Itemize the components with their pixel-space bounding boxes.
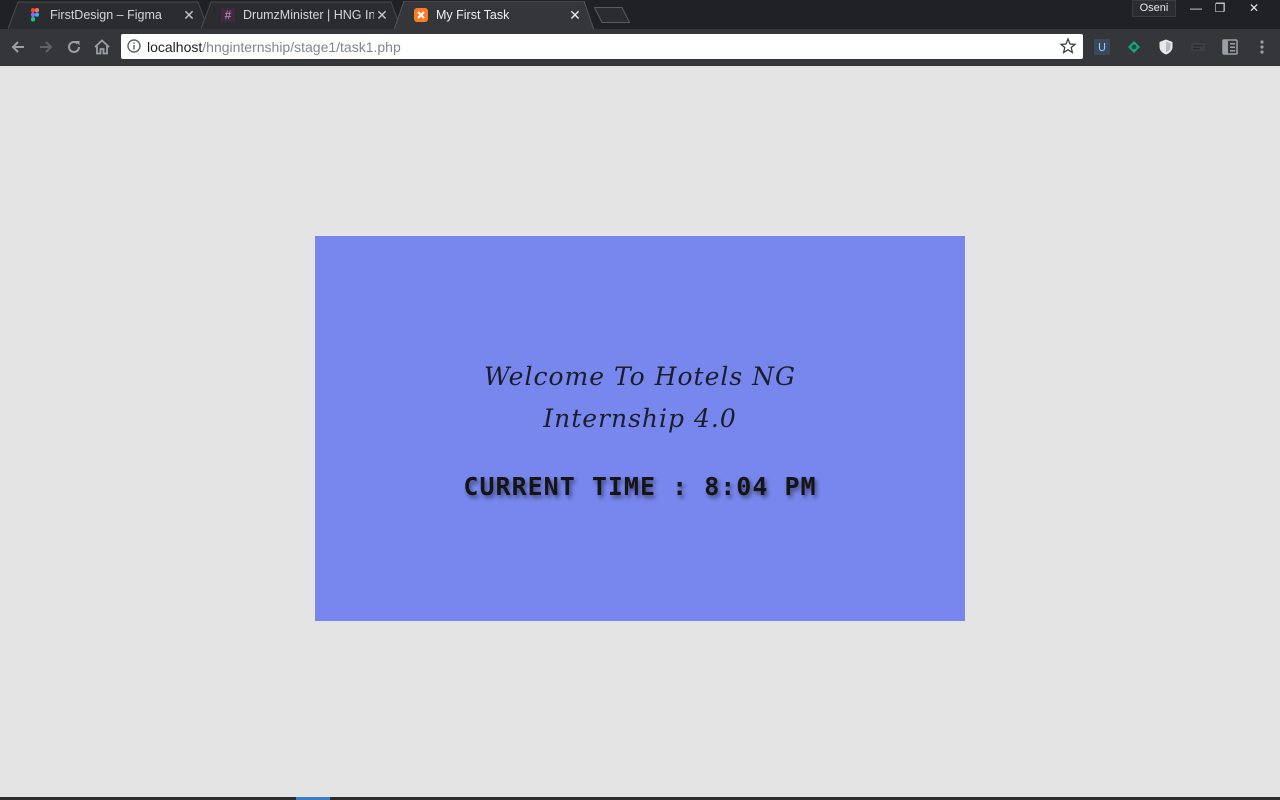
home-icon[interactable]	[92, 37, 112, 57]
extension-u-icon[interactable]: U	[1093, 38, 1111, 56]
extension-green-icon[interactable]	[1125, 38, 1143, 56]
browser-titlebar: FirstDesign – Figma ✕ # DrumzMinister | …	[0, 0, 1280, 29]
forward-arrow-icon[interactable]	[36, 37, 56, 57]
tab-title: DrumzMinister | HNG Int	[243, 8, 374, 22]
url-path: /hnginternship/stage1/task1.php	[202, 39, 401, 55]
welcome-card: Welcome To Hotels NG Internship 4.0 CURR…	[315, 236, 965, 621]
browser-toolbar: localhost/hnginternship/stage1/task1.php…	[0, 29, 1280, 66]
close-window-button[interactable]: ✕	[1241, 0, 1267, 18]
current-time: CURRENT TIME : 8:04 PM	[463, 472, 817, 501]
tab-title: My First Task	[436, 8, 510, 22]
new-tab-button[interactable]	[594, 7, 630, 23]
welcome-heading: Welcome To Hotels NG Internship 4.0	[315, 356, 965, 440]
extension-dark-icon[interactable]	[1189, 38, 1207, 56]
reload-icon[interactable]	[64, 37, 84, 57]
url-host: localhost	[147, 39, 203, 55]
profile-button[interactable]: Oseni	[1132, 0, 1176, 17]
welcome-line-2: Internship 4.0	[543, 404, 737, 433]
menu-kebab-icon[interactable]	[1254, 38, 1270, 56]
minimize-button[interactable]: —	[1183, 0, 1209, 18]
tab-figma[interactable]: FirstDesign – Figma ✕	[8, 1, 208, 29]
slack-hash-icon: #	[221, 8, 235, 22]
svg-text:U: U	[1098, 41, 1106, 54]
close-tab-icon[interactable]: ✕	[182, 8, 196, 22]
welcome-line-1: Welcome To Hotels NG	[484, 362, 796, 391]
address-bar[interactable]: localhost/hnginternship/stage1/task1.php	[121, 34, 1083, 59]
tab-title: FirstDesign – Figma	[50, 8, 162, 22]
extension-panel-icon[interactable]	[1221, 38, 1239, 56]
shield-icon[interactable]	[1157, 38, 1175, 56]
bookmark-star-icon[interactable]	[1059, 37, 1077, 55]
url-text[interactable]: localhost/hnginternship/stage1/task1.php	[147, 39, 401, 55]
tab-my-first-task[interactable]: My First Task ✕	[394, 1, 594, 29]
tab-slack[interactable]: # DrumzMinister | HNG Int ✕	[201, 1, 401, 29]
xampp-icon	[414, 8, 428, 22]
figma-icon	[28, 8, 42, 22]
close-tab-icon[interactable]: ✕	[568, 8, 582, 22]
restore-button[interactable]: ❐	[1207, 0, 1233, 18]
close-tab-icon[interactable]: ✕	[375, 8, 389, 22]
back-arrow-icon[interactable]	[8, 37, 28, 57]
info-icon[interactable]	[127, 39, 141, 53]
